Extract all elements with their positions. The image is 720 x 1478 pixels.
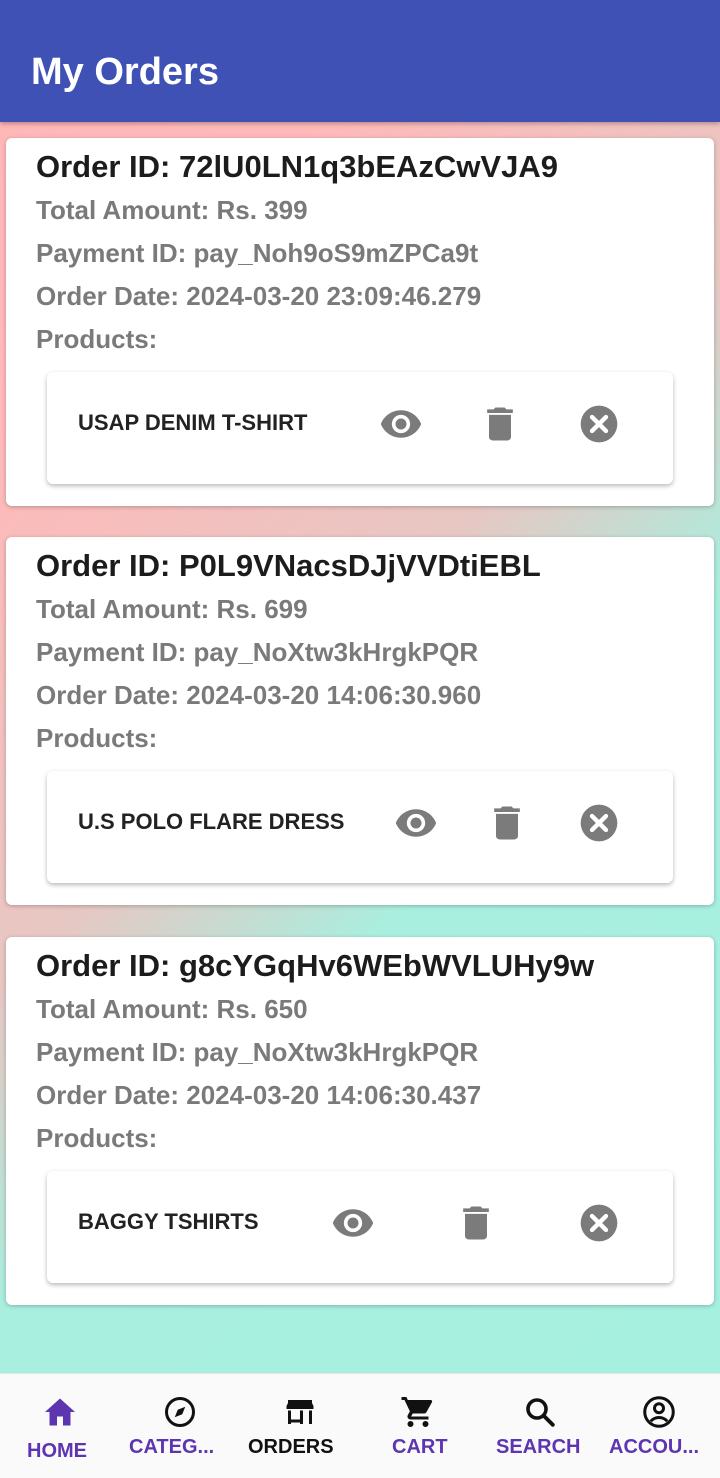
payment-id: Payment ID: pay_NoXtw3kHrgkPQR	[36, 637, 479, 667]
payment-id: Payment ID: pay_NoXtw3kHrgkPQR	[36, 1037, 479, 1067]
nav-search[interactable]: SEARCH	[480, 1374, 600, 1478]
nav-orders[interactable]: ORDERS	[240, 1374, 360, 1478]
nav-cart-label: CART	[392, 1436, 448, 1458]
order-id: Order ID: g8cYGqHv6WEbWVLUHy9w	[36, 948, 595, 983]
nav-account-label: ACCOU...	[609, 1436, 699, 1458]
order-date: Order Date: 2024-03-20 14:06:30.437	[36, 1080, 482, 1110]
products-label: Products:	[36, 324, 158, 354]
order-card: Order ID: g8cYGqHv6WEbWVLUHy9w Total Amo…	[6, 937, 714, 1305]
products-label: Products:	[36, 723, 158, 753]
total-amount: Total Amount: Rs. 699	[36, 594, 308, 624]
app-bar: My Orders	[0, 0, 720, 122]
total-amount: Total Amount: Rs. 650	[36, 994, 308, 1024]
order-date: Order Date: 2024-03-20 14:06:30.960	[36, 680, 482, 710]
eye-icon[interactable]	[394, 801, 438, 845]
close-circle-icon[interactable]	[577, 1201, 621, 1245]
payment-id: Payment ID: pay_Noh9oS9mZPCa9t	[36, 238, 479, 268]
store-icon	[282, 1394, 318, 1430]
nav-cart[interactable]: CART	[360, 1374, 480, 1478]
order-id: Order ID: P0L9VNacsDJjVVDtiEBL	[36, 548, 541, 583]
product-item: BAGGY TSHIRTS	[47, 1171, 673, 1283]
product-item: USAP DENIM T-SHIRT	[47, 372, 673, 484]
order-card: Order ID: P0L9VNacsDJjVVDtiEBL Total Amo…	[6, 537, 714, 905]
cart-icon	[400, 1394, 436, 1430]
nav-search-label: SEARCH	[496, 1436, 581, 1458]
nav-home-label: HOME	[27, 1440, 87, 1462]
home-icon	[42, 1394, 78, 1430]
order-id: Order ID: 72lU0LN1q3bEAzCwVJA9	[36, 149, 558, 184]
account-circle-icon	[641, 1394, 677, 1430]
product-name: USAP DENIM T-SHIRT	[78, 410, 308, 435]
search-icon	[522, 1394, 558, 1430]
nav-account[interactable]: ACCOU...	[600, 1374, 720, 1478]
bottom-navigation: HOME CATEG... ORDERS CART SEARCH ACCOU..…	[0, 1373, 720, 1478]
product-name: U.S POLO FLARE DRESS	[78, 809, 345, 834]
trash-icon[interactable]	[485, 801, 529, 845]
compass-icon	[162, 1394, 198, 1430]
total-amount: Total Amount: Rs. 399	[36, 195, 308, 225]
close-circle-icon[interactable]	[577, 801, 621, 845]
eye-icon[interactable]	[331, 1201, 375, 1245]
page-title: My Orders	[31, 51, 219, 93]
trash-icon[interactable]	[454, 1201, 498, 1245]
trash-icon[interactable]	[478, 402, 522, 446]
products-label: Products:	[36, 1123, 158, 1153]
order-card: Order ID: 72lU0LN1q3bEAzCwVJA9 Total Amo…	[6, 138, 714, 506]
close-circle-icon[interactable]	[577, 402, 621, 446]
nav-home[interactable]: HOME	[0, 1374, 120, 1478]
product-name: BAGGY TSHIRTS	[78, 1209, 259, 1234]
nav-categories-label: CATEG...	[129, 1436, 215, 1458]
product-item: U.S POLO FLARE DRESS	[47, 771, 673, 883]
order-date: Order Date: 2024-03-20 23:09:46.279	[36, 281, 482, 311]
eye-icon[interactable]	[379, 402, 423, 446]
nav-categories[interactable]: CATEG...	[120, 1374, 240, 1478]
nav-orders-label: ORDERS	[248, 1436, 334, 1458]
